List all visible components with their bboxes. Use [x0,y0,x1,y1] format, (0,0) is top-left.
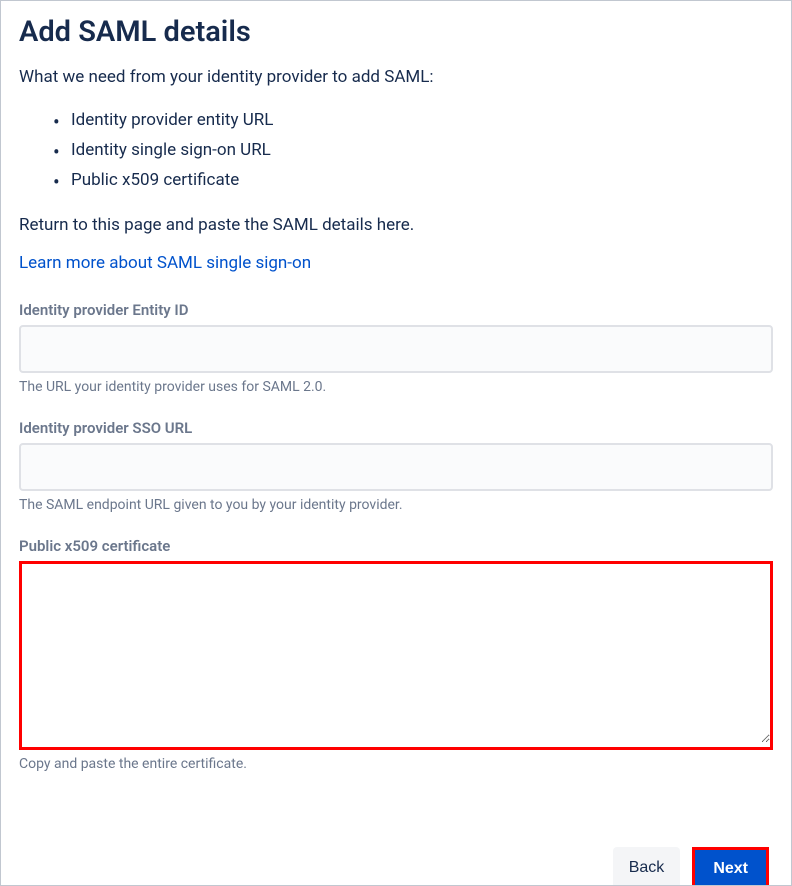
sso-url-group: Identity provider SSO URL The SAML endpo… [19,419,773,513]
x509-textarea[interactable] [22,564,770,743]
x509-highlight [19,561,773,750]
return-instruction: Return to this page and paste the SAML d… [19,215,773,235]
entity-id-group: Identity provider Entity ID The URL your… [19,301,773,395]
requirements-list: Identity provider entity URL Identity si… [19,105,773,195]
learn-more-link[interactable]: Learn more about SAML single sign-on [19,253,311,273]
x509-help: Copy and paste the entire certificate. [19,756,773,772]
sso-url-label: Identity provider SSO URL [19,419,773,437]
button-row: Back Next [613,847,769,885]
saml-details-panel: Add SAML details What we need from your … [0,0,792,886]
intro-text: What we need from your identity provider… [19,67,773,87]
entity-id-label: Identity provider Entity ID [19,301,773,319]
next-highlight: Next [692,847,769,885]
page-title: Add SAML details [19,15,773,49]
entity-id-help: The URL your identity provider uses for … [19,379,773,395]
sso-url-input[interactable] [19,443,773,491]
x509-group: Public x509 certificate Copy and paste t… [19,537,773,772]
x509-label: Public x509 certificate [19,537,773,555]
list-item: Identity single sign-on URL [71,135,773,165]
list-item: Public x509 certificate [71,165,773,195]
next-button[interactable]: Next [695,850,766,885]
list-item: Identity provider entity URL [71,105,773,135]
entity-id-input[interactable] [19,325,773,373]
sso-url-help: The SAML endpoint URL given to you by yo… [19,497,773,513]
back-button[interactable]: Back [613,847,681,885]
